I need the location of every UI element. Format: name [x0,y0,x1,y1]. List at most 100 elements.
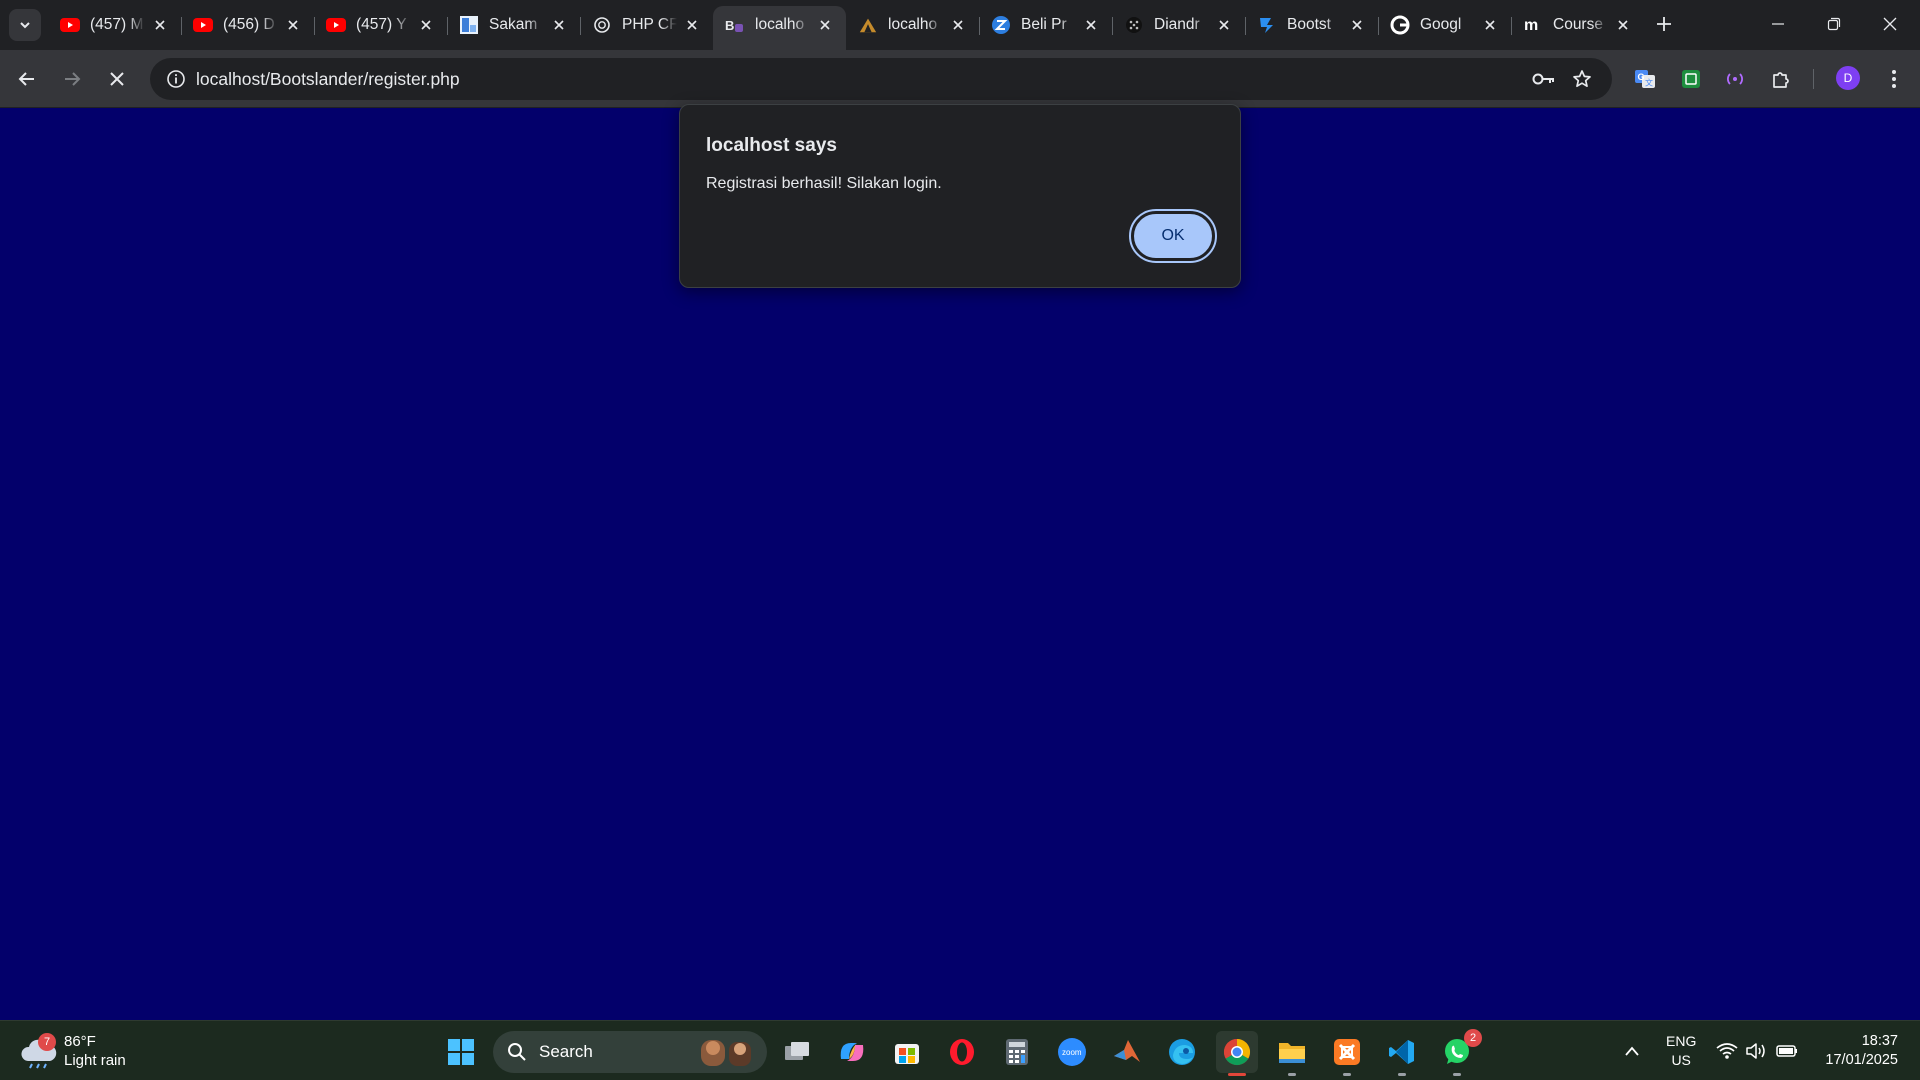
vscode-icon [1389,1040,1414,1064]
edge-app[interactable] [1161,1031,1203,1073]
search-icon [508,1043,526,1061]
close-icon[interactable] [1082,16,1100,34]
close-icon[interactable] [1215,16,1233,34]
close-icon[interactable] [949,16,967,34]
close-icon[interactable] [1348,16,1366,34]
close-icon[interactable] [151,16,169,34]
close-icon[interactable] [816,16,834,34]
close-icon[interactable] [550,16,568,34]
google-icon [1390,15,1410,35]
battery-icon[interactable] [1773,1037,1801,1065]
arrow-left-icon [18,72,34,86]
tab-title: Beli Pr [1021,16,1067,33]
restore-button[interactable] [1806,0,1862,48]
green-extension-button[interactable] [1674,62,1708,96]
minimize-button[interactable] [1750,0,1806,48]
extensions-button[interactable] [1764,62,1798,96]
close-icon[interactable] [1481,16,1499,34]
ok-button[interactable]: OK [1129,209,1217,263]
tab[interactable]: localho [846,6,979,44]
address-bar[interactable]: localhost/Bootslander/register.php [150,58,1612,100]
microsoft-store-app[interactable] [886,1031,928,1073]
copilot-app[interactable] [831,1031,873,1073]
puzzle-icon [1773,72,1789,88]
folder-icon [1279,1043,1305,1063]
opera-app[interactable] [941,1031,983,1073]
svg-text:m: m [1524,17,1538,34]
close-window-button[interactable] [1862,0,1918,48]
tab[interactable]: Googl [1378,6,1511,44]
file-explorer-app[interactable] [1271,1031,1313,1076]
star-icon[interactable] [1568,65,1596,93]
matlab-icon [1114,1040,1140,1062]
tab-title: Googl [1420,16,1462,33]
back-button[interactable] [10,62,44,96]
profile-avatar[interactable]: D [1836,66,1860,90]
close-icon [110,72,124,86]
tab-active[interactable]: B localho [713,6,846,50]
language-indicator[interactable]: ENG US [1666,1032,1696,1070]
dialog-title: localhost says [706,135,837,156]
show-hidden-icons-button[interactable] [1618,1037,1646,1065]
broadcast-extension-button[interactable] [1718,62,1752,96]
sakam-icon [459,15,479,35]
running-app-indicator [1288,1073,1296,1076]
url-text[interactable]: localhost/Bootslander/register.php [196,69,460,90]
tab-strip: (457) M (456) D (457) Y Sakam PHP CF B l… [0,0,1920,50]
tab[interactable]: (456) D [181,6,314,44]
language-secondary: US [1671,1052,1691,1068]
system-clock[interactable]: 18:37 17/01/2025 [1814,1032,1898,1070]
site-info-icon[interactable] [160,63,192,95]
zoom-app[interactable]: zoom [1051,1031,1093,1073]
password-key-icon[interactable] [1530,65,1558,93]
matlab-app[interactable] [1106,1031,1148,1073]
store-icon [895,1044,919,1064]
volume-icon[interactable] [1742,1037,1770,1065]
running-app-indicator [1343,1073,1351,1076]
new-tab-button[interactable] [1650,10,1678,38]
tab[interactable]: Beli Pr [979,6,1112,44]
tab-search-button[interactable] [9,9,41,41]
forward-button[interactable] [55,62,89,96]
stop-loading-button[interactable] [100,62,134,96]
tab-title: Bootst [1287,16,1331,33]
translate-extension-button[interactable]: G文 [1628,62,1662,96]
bootstrap-icon: B [725,15,745,35]
close-icon [1883,17,1897,31]
language-primary: ENG [1666,1033,1697,1049]
close-icon[interactable] [284,16,302,34]
task-view-button[interactable] [776,1031,818,1073]
vscode-app[interactable] [1381,1031,1423,1076]
calculator-app[interactable] [996,1031,1038,1073]
tab-title: Diandr [1154,16,1200,33]
tab[interactable]: PHP CF [580,6,713,44]
tab[interactable]: m Course [1511,6,1644,44]
broadcast-icon [1727,73,1743,85]
rain-cloud-icon: 7 [20,1033,58,1069]
tab[interactable]: Diandr [1112,6,1245,44]
weather-widget[interactable]: 7 86°F Light rain [20,1030,126,1072]
tab[interactable]: (457) M [48,6,181,44]
start-button[interactable] [440,1031,482,1073]
tab[interactable]: Sakam [447,6,580,44]
close-icon[interactable] [417,16,435,34]
svg-text:G: G [1638,72,1645,82]
close-icon[interactable] [1614,16,1632,34]
tab-title: PHP CF [622,16,677,33]
task-view-icon [785,1042,809,1060]
whatsapp-app[interactable]: 2 [1436,1029,1482,1076]
tab[interactable]: (457) Y [314,6,447,44]
chrome-app[interactable] [1216,1031,1258,1076]
taskbar-search[interactable]: Search [493,1031,767,1073]
youtube-icon [60,15,80,35]
zoom-icon: zoom [1058,1038,1086,1066]
xampp-icon [1334,1039,1360,1065]
windows-logo-icon [448,1039,474,1065]
tab[interactable]: Bootst [1245,6,1378,44]
xampp-app[interactable] [1326,1031,1368,1076]
close-icon[interactable] [683,16,701,34]
medium-icon: m [1523,15,1543,35]
menu-button[interactable] [1877,62,1911,96]
translate-icon: G文 [1635,70,1655,88]
wifi-icon[interactable] [1713,1037,1741,1065]
